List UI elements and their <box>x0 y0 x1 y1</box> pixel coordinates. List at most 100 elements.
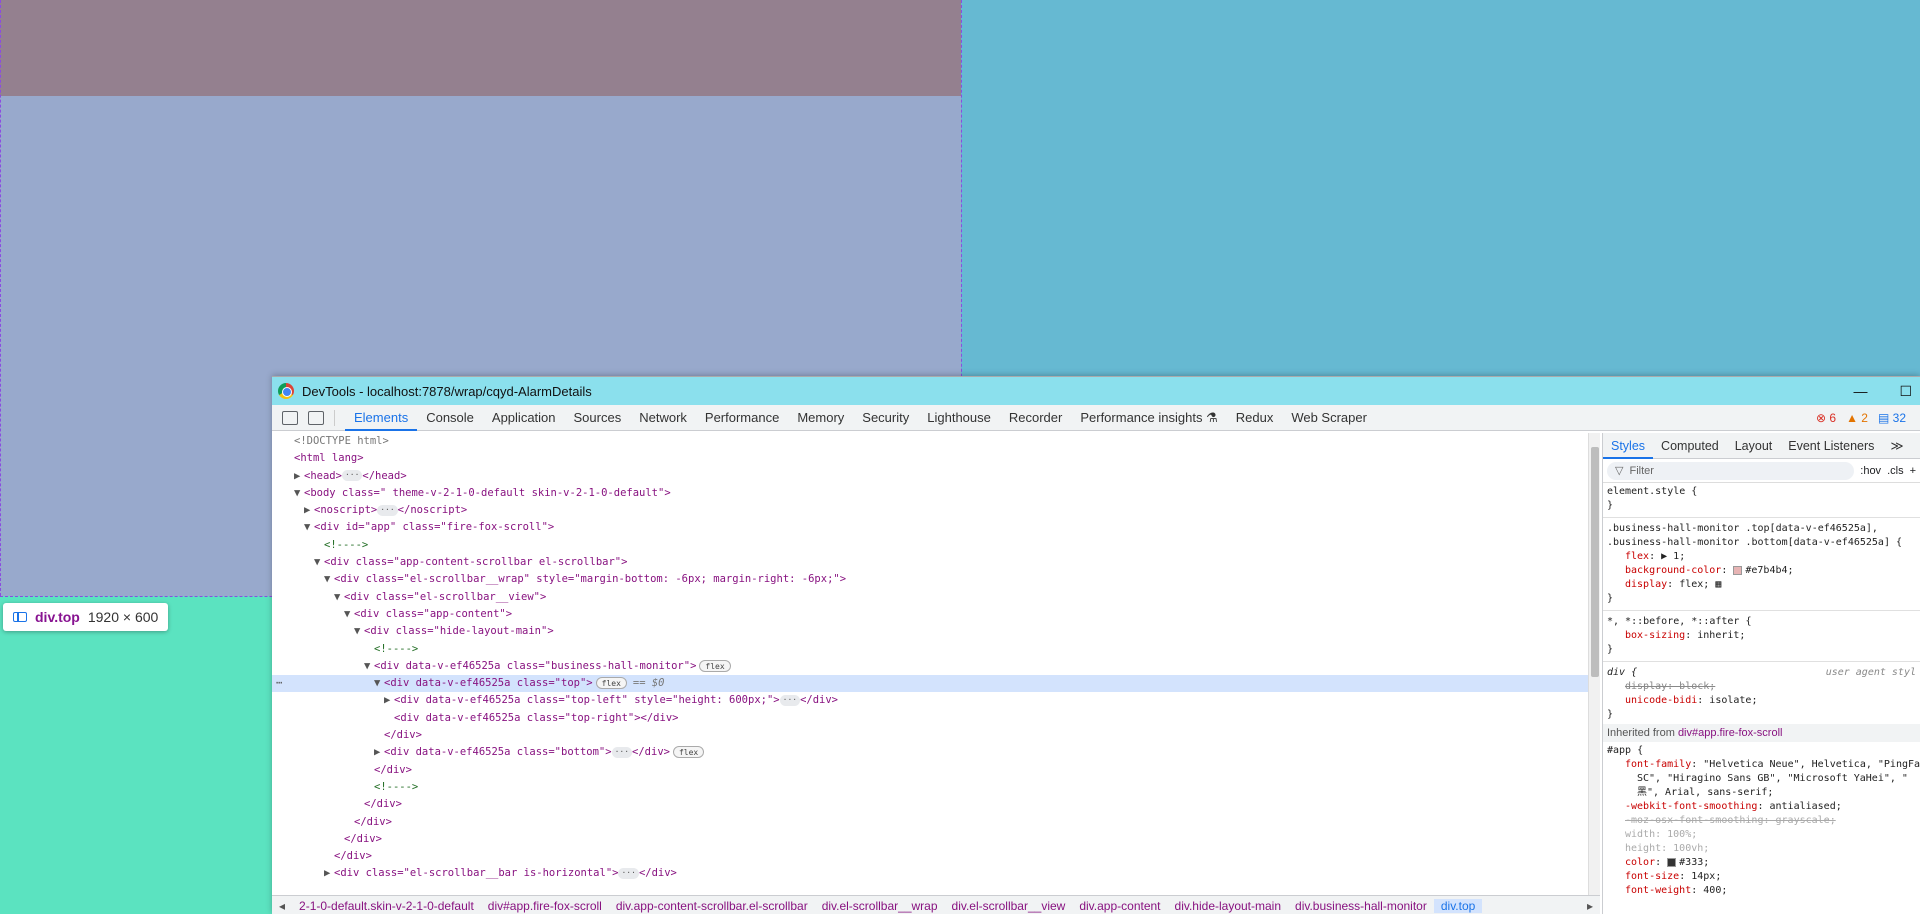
tab-recorder[interactable]: Recorder <box>1000 405 1071 431</box>
styles-tab-computed[interactable]: Computed <box>1653 433 1727 459</box>
breadcrumb-item[interactable]: div.top <box>1433 898 1483 913</box>
app-font-size[interactable]: font-size: 14px; <box>1607 870 1916 884</box>
rule1-selector-2[interactable]: .business-hall-monitor .bottom[data-v-ef… <box>1607 536 1916 550</box>
app-webkit-font-smoothing[interactable]: -webkit-font-smoothing: antialiased; <box>1607 800 1916 814</box>
class-toggle[interactable]: .cls <box>1887 465 1904 477</box>
tab-console[interactable]: Console <box>417 405 483 431</box>
styles-filter-input[interactable]: ▽ Filter <box>1607 461 1855 480</box>
app-font-family[interactable]: font-family: "Helvetica Neue", Helvetica… <box>1607 758 1920 772</box>
devtools-titlebar[interactable]: DevTools - localhost:7878/wrap/cqyd-Alar… <box>272 377 1920 405</box>
tab-security[interactable]: Security <box>853 405 918 431</box>
color-swatch[interactable] <box>1667 857 1677 867</box>
rule2-selector[interactable]: *, *::before, *::after { <box>1607 615 1916 629</box>
dom-node[interactable]: </div> <box>272 848 1588 865</box>
color-swatch[interactable] <box>1733 565 1743 575</box>
breadcrumb-item[interactable]: div.el-scrollbar__view <box>945 899 1073 913</box>
breadcrumb-item[interactable]: div#app.fire-fox-scroll <box>481 899 609 913</box>
elements-scrollbar[interactable] <box>1588 433 1600 895</box>
dom-node[interactable]: ▼ <div class="el-scrollbar__wrap" style="… <box>272 571 1588 588</box>
styles-tab-layout[interactable]: Layout <box>1727 433 1781 459</box>
breadcrumb-item[interactable]: div.business-hall-monitor <box>1288 899 1434 913</box>
dom-node[interactable]: </div> <box>272 762 1588 779</box>
breadcrumb-item[interactable]: div.hide-layout-main <box>1168 899 1289 913</box>
maximize-button[interactable]: ☐ <box>1899 383 1912 400</box>
tab-redux[interactable]: Redux <box>1227 405 1283 431</box>
device-toolbar-icon[interactable] <box>308 410 324 425</box>
dom-node[interactable]: <!----> <box>272 641 1588 658</box>
collapsed-triangle-icon[interactable]: ▶ <box>374 744 384 761</box>
app-width[interactable]: width: 100%; <box>1607 828 1916 842</box>
collapsed-children-icon[interactable]: ··· <box>611 746 633 758</box>
dom-node[interactable]: ▶ <div class="el-scrollbar__bar is-horizo… <box>272 865 1588 882</box>
breadcrumb-item[interactable]: 2-1-0-default.skin-v-2-1-0-default <box>292 899 481 913</box>
expanded-triangle-icon[interactable]: ▼ <box>304 519 314 536</box>
minimize-button[interactable]: — <box>1853 383 1867 400</box>
breadcrumb-item[interactable]: div.el-scrollbar__wrap <box>815 899 945 913</box>
dom-node[interactable]: <div data-v-ef46525a class="top-right"><… <box>272 710 1588 727</box>
dom-node[interactable]: <!----> <box>272 779 1588 796</box>
dom-node[interactable]: <!DOCTYPE html> <box>272 433 1588 450</box>
app-font-weight[interactable]: font-weight: 400; <box>1607 884 1916 898</box>
breadcrumb-scroll-left[interactable]: ◂ <box>272 899 292 913</box>
expanded-triangle-icon[interactable]: ▼ <box>374 675 384 692</box>
elements-scrollbar-thumb[interactable] <box>1591 447 1599 677</box>
inspect-element-icon[interactable] <box>282 410 298 425</box>
rule3-display[interactable]: display: block; <box>1607 680 1916 694</box>
breadcrumb-item[interactable]: div.app-content-scrollbar.el-scrollbar <box>609 899 815 913</box>
rule1-selector-1[interactable]: .business-hall-monitor .top[data-v-ef465… <box>1607 522 1916 536</box>
tab-performance[interactable]: Performance <box>696 405 788 431</box>
collapsed-children-icon[interactable]: ··· <box>341 470 363 482</box>
expanded-triangle-icon[interactable]: ▼ <box>314 554 324 571</box>
collapsed-triangle-icon[interactable]: ▶ <box>324 865 334 882</box>
collapsed-children-icon[interactable]: ··· <box>779 694 801 706</box>
warning-count-badge[interactable]: ▲ 2 <box>1846 411 1868 425</box>
rule2-box-sizing[interactable]: box-sizing: inherit; <box>1607 629 1916 643</box>
dom-node[interactable]: </div> <box>272 831 1588 848</box>
app-color[interactable]: color: #333; <box>1607 856 1916 870</box>
dom-node[interactable]: ▼ <div class="hide-layout-main"> <box>272 623 1588 640</box>
collapsed-triangle-icon[interactable]: ▶ <box>294 468 304 485</box>
flex-badge[interactable]: flex <box>672 746 705 759</box>
tab-network[interactable]: Network <box>630 405 696 431</box>
hover-state-toggle[interactable]: :hov <box>1860 465 1881 477</box>
collapsed-triangle-icon[interactable]: ▶ <box>304 502 314 519</box>
error-count-badge[interactable]: ⊗ 6 <box>1816 411 1836 425</box>
collapsed-children-icon[interactable]: ··· <box>618 867 639 879</box>
flex-editor-icon[interactable]: ▦ <box>1715 579 1721 590</box>
expanded-triangle-icon[interactable]: ▼ <box>344 606 354 623</box>
dom-node[interactable]: ▼ <div class="app-content-scrollbar el-sc… <box>272 554 1588 571</box>
tab-elements[interactable]: Elements <box>345 405 418 431</box>
tab-web-scraper[interactable]: Web Scraper <box>1282 405 1376 431</box>
tab-memory[interactable]: Memory <box>788 405 853 431</box>
elements-dom-tree[interactable]: <!DOCTYPE html> <html lang> ▶ <head> ··· </he… <box>272 433 1588 895</box>
dom-node[interactable]: ▼ <div id="app" class="fire-fox-scroll"> <box>272 519 1588 536</box>
dom-node[interactable]: <!----> <box>272 537 1588 554</box>
tab-application[interactable]: Application <box>483 405 565 431</box>
styles-tab-event-listeners[interactable]: Event Listeners <box>1780 433 1882 459</box>
rule3-selector[interactable]: div {user agent styl <box>1607 666 1916 680</box>
dom-node[interactable]: ▶ <div data-v-ef46525a class="top-left" s… <box>272 692 1588 709</box>
dom-node-selected[interactable]: ⋯ ▼ <div data-v-ef46525a class="top"> flex =… <box>272 675 1588 693</box>
expanded-triangle-icon[interactable]: ▼ <box>364 658 374 675</box>
flex-badge[interactable]: flex <box>595 677 627 690</box>
breadcrumb-item[interactable]: div.app-content <box>1072 899 1167 913</box>
styles-tab-more[interactable]: ≫ <box>1882 433 1911 459</box>
tab-performance-insights[interactable]: Performance insights ⚗ <box>1071 405 1226 431</box>
expanded-triangle-icon[interactable]: ▼ <box>324 571 334 588</box>
expanded-triangle-icon[interactable]: ▼ <box>354 623 364 640</box>
dom-node[interactable]: </div> <box>272 727 1588 744</box>
tab-sources[interactable]: Sources <box>565 405 631 431</box>
tab-lighthouse[interactable]: Lighthouse <box>918 405 1000 431</box>
inherited-element-link[interactable]: div#app.fire-fox-scroll <box>1678 727 1783 739</box>
app-height[interactable]: height: 100vh; <box>1607 842 1916 856</box>
expanded-triangle-icon[interactable]: ▼ <box>334 589 344 606</box>
dom-node[interactable]: </div> <box>272 814 1588 831</box>
app-selector[interactable]: #app { <box>1607 744 1916 758</box>
rule1-flex[interactable]: flex: ▶ 1; <box>1607 550 1916 564</box>
flex-badge[interactable]: flex <box>699 659 731 672</box>
dom-node[interactable]: ▶ <head> ··· </head> <box>272 468 1588 485</box>
dom-node[interactable]: </div> <box>272 796 1588 813</box>
node-actions-icon[interactable]: ⋯ <box>276 675 282 692</box>
dom-node[interactable]: <html lang> <box>272 450 1588 467</box>
message-count-badge[interactable]: ▤ 32 <box>1878 411 1906 425</box>
